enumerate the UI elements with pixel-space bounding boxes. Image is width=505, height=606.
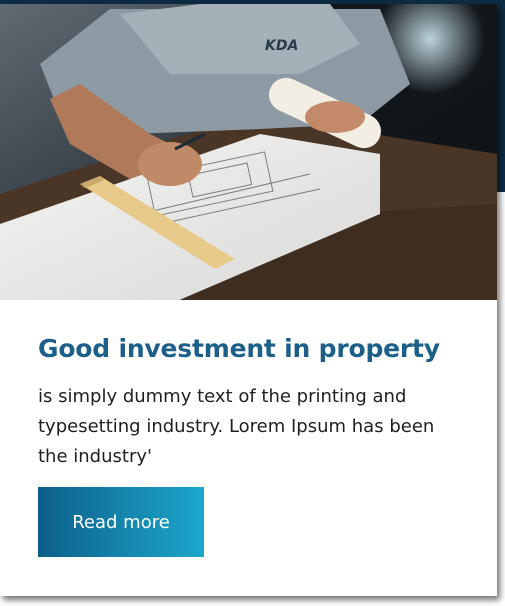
card-description: is simply dummy text of the printing and… — [38, 386, 435, 467]
property-card: KDA Good investment in property is simpl… — [0, 4, 497, 596]
card-image: KDA — [0, 4, 497, 300]
blueprint-photo: KDA — [0, 4, 497, 300]
page: KDA Good investment in property is simpl… — [0, 0, 505, 606]
card-title: Good investment in property — [38, 334, 440, 363]
read-more-button[interactable]: Read more — [38, 487, 204, 557]
shirt-logo: KDA — [265, 38, 298, 54]
card-body: Good investment in property is simply du… — [38, 334, 468, 472]
